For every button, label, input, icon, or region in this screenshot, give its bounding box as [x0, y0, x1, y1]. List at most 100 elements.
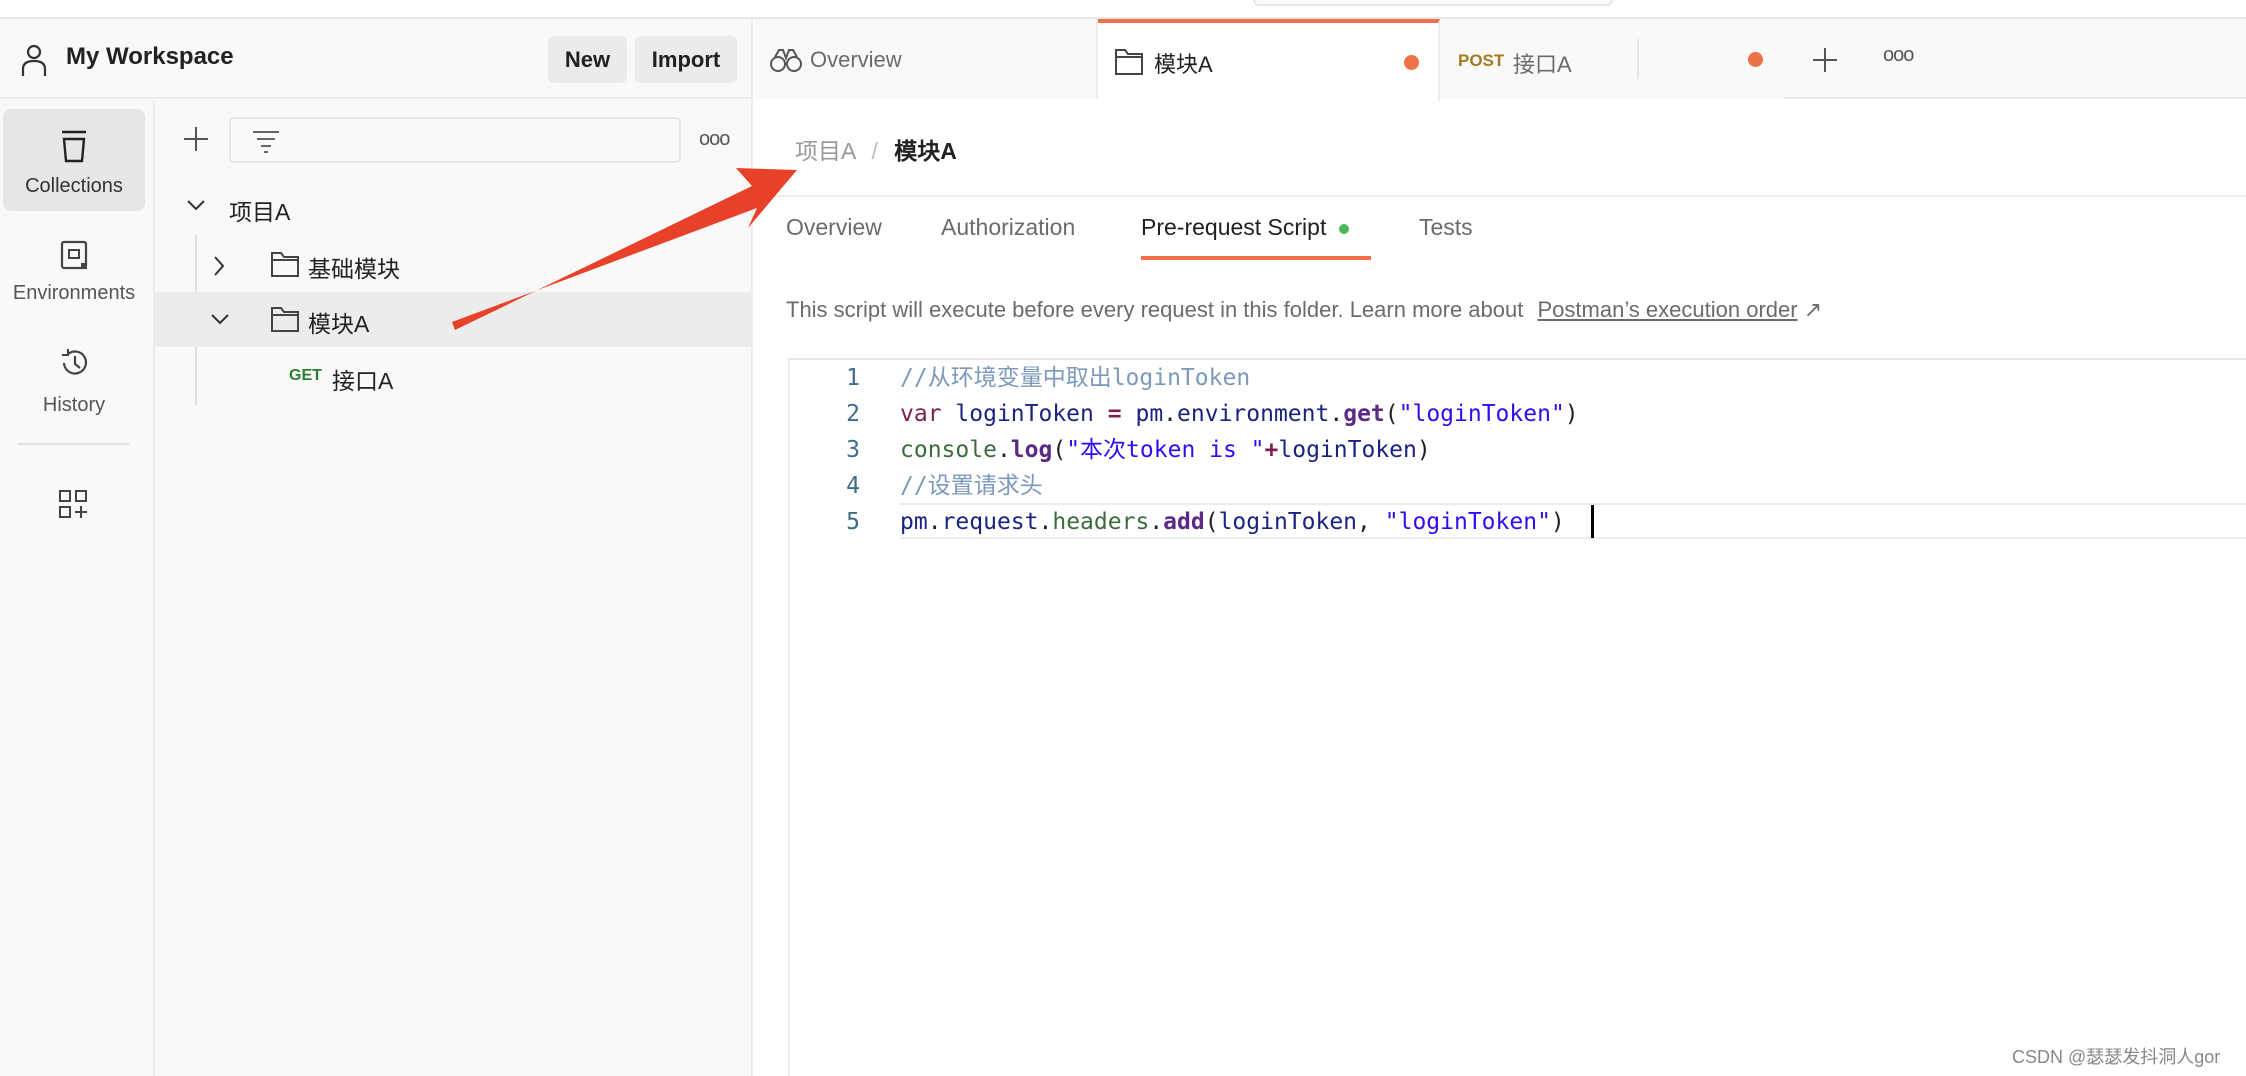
tab-label: 接口A: [1513, 52, 1572, 77]
code-token-punc: ): [1550, 509, 1565, 535]
sidebar-item-label: Environments: [12, 282, 136, 304]
code-token-punc: .: [1149, 509, 1164, 535]
code-token-var: loginToken: [955, 401, 1094, 427]
folder-name: 基础模块: [308, 256, 400, 282]
tab-mokuaia[interactable]: 模块A: [1098, 19, 1440, 101]
folder-icon: [271, 307, 299, 332]
line-number: 5: [846, 509, 860, 535]
breadcrumb-current: 模块A: [894, 138, 957, 164]
description-text: This script will execute before every re…: [786, 297, 1524, 322]
unsaved-dot: [1748, 52, 1763, 67]
code-token-prop: console: [900, 437, 997, 463]
code-token-punc: [1094, 401, 1108, 427]
code-token-punc: [1122, 401, 1136, 427]
active-tab-underline: [1141, 256, 1371, 260]
sidebar-item-label: History: [42, 394, 106, 416]
chevron-right-icon[interactable]: [212, 255, 226, 277]
folder-icon: [271, 252, 299, 277]
code-token-string: "loginToken": [1384, 509, 1551, 535]
sidebar-item-environments[interactable]: Environments: [3, 229, 145, 331]
tree-item-jichumokuai[interactable]: 基础模块: [210, 250, 690, 282]
new-button[interactable]: New: [548, 36, 627, 83]
tree-item-mokuaia[interactable]: 模块A: [155, 292, 752, 347]
script-description: This script will execute before every re…: [786, 297, 1822, 323]
tab-label: 模块A: [1154, 52, 1213, 77]
divider: [1637, 39, 1639, 79]
new-tab-icon[interactable]: [1812, 47, 1838, 73]
code-token-method: add: [1163, 509, 1205, 535]
workspace-header: My Workspace New Import: [0, 19, 753, 99]
code-token-method: log: [1010, 437, 1053, 463]
method-badge: GET: [289, 367, 322, 384]
subtab-pre-request-script[interactable]: Pre-request Script: [1141, 214, 1349, 241]
divider: [755, 195, 2246, 197]
line-number: 2: [846, 401, 860, 427]
code-token-var: request: [941, 509, 1039, 535]
window-top-strip: [0, 0, 2246, 19]
code-token-punc: .: [1163, 401, 1178, 427]
apps-icon[interactable]: [58, 489, 90, 521]
code-token-comment: //从环境变量中取出loginToken: [900, 365, 1251, 391]
collection-name[interactable]: 项目A: [229, 193, 290, 227]
sidebar-item-collections[interactable]: Collections: [3, 109, 145, 211]
folder-icon: [1115, 49, 1143, 75]
collections-icon: [62, 130, 86, 163]
divider: [17, 443, 129, 445]
code-token-punc: .: [1038, 509, 1053, 535]
execution-order-link[interactable]: Postman’s execution order: [1538, 297, 1798, 322]
request-name: 接口A: [332, 368, 394, 394]
line-number: 4: [846, 473, 860, 499]
breadcrumb-separator: /: [871, 138, 878, 164]
chevron-down-icon[interactable]: [210, 312, 230, 326]
code-line[interactable]: pm.request.headers.add(loginToken, "logi…: [900, 504, 1565, 540]
code-token-op: +: [1264, 437, 1279, 463]
code-token-keyword: var: [900, 401, 942, 427]
code-token-punc: [942, 401, 956, 427]
subtab-overview[interactable]: Overview: [786, 214, 882, 241]
external-link-icon: ↗: [1803, 297, 1823, 322]
import-button[interactable]: Import: [635, 36, 737, 83]
user-icon: [21, 44, 47, 76]
filter-collections-input[interactable]: [229, 117, 681, 163]
code-token-punc: (: [1204, 509, 1219, 535]
code-token-punc: (: [1052, 437, 1067, 463]
unsaved-dot: [1404, 55, 1419, 70]
code-token-punc: ): [1564, 401, 1579, 427]
history-icon: [62, 349, 88, 375]
code-token-var: environment: [1177, 401, 1330, 427]
code-line[interactable]: var loginToken = pm.environment.get("log…: [900, 396, 1579, 432]
add-collection-icon[interactable]: [182, 125, 210, 153]
code-line[interactable]: console.log("本次token is "+loginToken): [900, 432, 1431, 468]
filter-icon: [253, 131, 279, 153]
workspace-title: My Workspace: [66, 43, 234, 70]
binoculars-icon: [770, 49, 802, 72]
code-token-punc: ): [1416, 437, 1431, 463]
code-line[interactable]: //从环境变量中取出loginToken: [900, 360, 1250, 396]
subtab-authorization[interactable]: Authorization: [941, 214, 1075, 241]
code-token-prop: headers: [1052, 509, 1150, 535]
watermark: CSDN @瑟瑟发抖洞人gor: [2012, 1047, 2221, 1067]
code-token-var: loginToken: [1218, 509, 1358, 535]
subtab-tests[interactable]: Tests: [1419, 214, 1473, 241]
code-token-punc: ,: [1357, 509, 1385, 535]
chevron-down-icon[interactable]: [186, 198, 206, 212]
tab-post-request[interactable]: POST 接口A: [1440, 19, 1783, 99]
code-line[interactable]: //设置请求头: [900, 468, 1043, 504]
sidebar-item-history[interactable]: History: [3, 339, 145, 441]
code-token-string: "loginToken": [1398, 401, 1565, 427]
code-token-op: =: [1107, 401, 1122, 427]
code-token-method: get: [1343, 401, 1385, 427]
global-search-bar[interactable]: [1253, 0, 1613, 6]
code-token-comment: //设置请求头: [900, 473, 1043, 499]
text-cursor: [1591, 505, 1594, 538]
line-number: 3: [846, 437, 860, 463]
breadcrumb-parent[interactable]: 项目A: [795, 138, 855, 164]
more-tabs-icon[interactable]: ooo: [1883, 44, 1914, 67]
folder-name: 模块A: [308, 311, 370, 337]
subtab-label: Pre-request Script: [1141, 214, 1327, 240]
active-indicator-dot: [1338, 223, 1349, 234]
tab-overview[interactable]: Overview: [755, 19, 1098, 99]
code-token-punc: .: [1329, 401, 1344, 427]
more-options-icon[interactable]: ooo: [699, 128, 730, 151]
code-token-punc: (: [1384, 401, 1399, 427]
